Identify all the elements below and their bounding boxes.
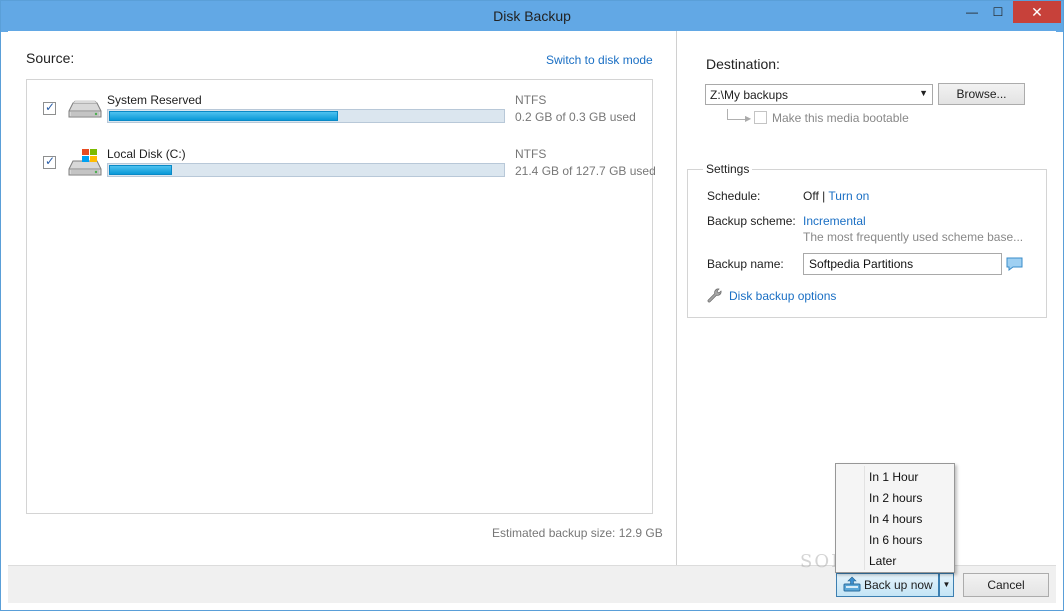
disk-backup-options-link[interactable]: Disk backup options — [729, 289, 836, 303]
usage-bar-fill — [109, 165, 172, 175]
comment-icon[interactable] — [1006, 257, 1023, 271]
destination-label: Destination: — [706, 56, 780, 72]
menu-item-in-2-hours[interactable]: In 2 hours — [838, 487, 952, 508]
connector-arrow-icon: ▶ — [745, 114, 752, 123]
usage-bar-fill — [109, 111, 338, 121]
title-bar: Disk Backup — ☐ ✕ — [1, 1, 1063, 32]
switch-to-disk-mode-link[interactable]: Switch to disk mode — [546, 53, 653, 67]
filesystem-label: NTFS — [515, 147, 547, 161]
backup-scheme-link[interactable]: Incremental — [803, 214, 866, 228]
backup-name-input[interactable]: Softpedia Partitions — [803, 253, 1002, 275]
source-label: Source: — [26, 50, 75, 66]
browse-button[interactable]: Browse... — [938, 83, 1025, 105]
turn-on-schedule-link[interactable]: Turn on — [828, 189, 869, 203]
schedule-separator: | — [822, 189, 826, 203]
usage-text: 0.2 GB of 0.3 GB used — [515, 110, 636, 124]
estimated-backup-size: Estimated backup size: 12.9 GB — [492, 526, 663, 540]
destination-path: Z:\My backups — [710, 88, 789, 102]
settings-title: Settings — [703, 162, 753, 176]
maximize-button[interactable]: ☐ — [985, 1, 1011, 23]
disk-checkbox-local-disk-c[interactable] — [43, 154, 56, 169]
disk-checkbox-system-reserved[interactable] — [43, 100, 56, 115]
drive-icon — [68, 100, 102, 118]
source-disk-list — [26, 79, 653, 514]
menu-item-later[interactable]: Later — [838, 550, 952, 571]
usage-text: 21.4 GB of 127.7 GB used — [515, 164, 656, 178]
bootable-label: Make this media bootable — [772, 111, 909, 125]
dropdown-arrow-icon: ▼ — [919, 88, 928, 98]
panel-divider — [676, 31, 677, 565]
schedule-value: Off — [803, 189, 819, 203]
schedule-dropdown-menu: In 1 Hour In 2 hours In 4 hours In 6 hou… — [835, 463, 955, 573]
windows-drive-icon — [68, 149, 102, 176]
cancel-button[interactable]: Cancel — [963, 573, 1049, 597]
backup-name-label: Backup name: — [707, 257, 784, 271]
destination-select[interactable]: Z:\My backups ▼ — [705, 84, 933, 105]
disk-name-system-reserved: System Reserved — [107, 93, 202, 107]
disk-name-local-disk-c: Local Disk (C:) — [107, 147, 186, 161]
minimize-button[interactable]: — — [959, 1, 985, 23]
close-button[interactable]: ✕ — [1013, 1, 1061, 23]
bootable-checkbox[interactable] — [754, 111, 767, 124]
schedule-value-row: Off | Turn on — [803, 189, 869, 203]
back-up-now-dropdown-arrow-icon[interactable]: ▼ — [939, 573, 954, 597]
menu-item-in-4-hours[interactable]: In 4 hours — [838, 508, 952, 529]
usage-bar-local-disk-c — [107, 163, 505, 177]
filesystem-label: NTFS — [515, 93, 547, 107]
backup-icon — [843, 576, 861, 592]
wrench-icon — [707, 288, 722, 303]
schedule-label: Schedule: — [707, 189, 761, 203]
backup-scheme-label: Backup scheme: — [707, 214, 796, 228]
window-title: Disk Backup — [493, 8, 571, 24]
menu-item-in-6-hours[interactable]: In 6 hours — [838, 529, 952, 550]
backup-scheme-description: The most frequently used scheme base... — [803, 230, 1024, 244]
usage-bar-system-reserved — [107, 109, 505, 123]
menu-item-in-1-hour[interactable]: In 1 Hour — [838, 466, 952, 487]
